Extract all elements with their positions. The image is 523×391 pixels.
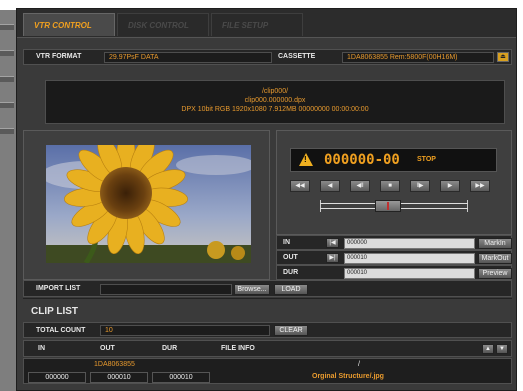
play-icon[interactable]: ▶: [440, 180, 460, 192]
load-button[interactable]: LOAD: [274, 284, 308, 295]
dock-tab[interactable]: [0, 102, 14, 108]
import-list-label: IMPORT LIST: [36, 285, 81, 292]
step-back-icon[interactable]: ◀‖: [350, 180, 370, 192]
tab-file-setup[interactable]: FILE SETUP: [211, 13, 303, 36]
out-field[interactable]: 000010: [344, 253, 475, 264]
rewind-icon[interactable]: ◀: [320, 180, 340, 192]
clip-list-header: IN OUT DUR FILE INFO ▲ ▼: [23, 340, 512, 357]
left-dock-strip: [0, 10, 16, 391]
fast-rewind-icon[interactable]: ◀◀: [290, 180, 310, 192]
dur-label: DUR: [283, 269, 299, 276]
mark-out-button[interactable]: MarkOut: [478, 253, 512, 264]
format-bar: VTR FORMAT 29.97PsF DATA CASSETTE 1DA806…: [23, 49, 512, 65]
vtr-format-label: VTR FORMAT: [36, 53, 82, 60]
clear-button[interactable]: CLEAR: [274, 325, 308, 336]
preview-button[interactable]: Preview: [478, 268, 512, 279]
scroll-up-icon[interactable]: ▲: [482, 344, 494, 354]
import-list-bar: IMPORT LIST Browse... LOAD: [23, 280, 512, 297]
go-to-in-icon[interactable]: |◀: [326, 238, 339, 248]
tab-disk-control[interactable]: DISK CONTROL: [117, 13, 209, 36]
dock-tab[interactable]: [0, 50, 14, 56]
clip-format-text: DPX 10bit RGB 1920x1080 7.912MB 00000000…: [181, 106, 369, 113]
header-in: IN: [38, 345, 45, 352]
warning-icon: !: [299, 153, 313, 166]
transport-status: STOP: [417, 156, 436, 163]
in-row: IN |◀ 000000 MarkIn: [276, 235, 512, 250]
timecode-value: 000000-00: [324, 152, 400, 168]
screenshot-frame: VTR CONTROL DISK CONTROL FILE SETUP VTR …: [0, 0, 523, 391]
cassette-field[interactable]: 1DA8063855 Rem:5800F(00H16M): [342, 52, 494, 63]
header-dur: DUR: [162, 345, 178, 352]
import-list-field[interactable]: [100, 284, 232, 295]
dur-row: DUR 000010 Preview: [276, 265, 512, 280]
row-cassette: 1DA8063855: [94, 361, 135, 368]
out-label: OUT: [283, 254, 298, 261]
dock-tab[interactable]: [0, 128, 14, 134]
out-row: OUT ▶| 000010 MarkOut: [276, 250, 512, 265]
preview-panel: [23, 130, 270, 280]
clip-info-display: /clip000/ clip000.000000.dpx DPX 10bit R…: [45, 80, 505, 124]
video-preview-image: [46, 145, 251, 263]
shuttle-knob[interactable]: [375, 200, 401, 212]
tab-bar: VTR CONTROL DISK CONTROL FILE SETUP: [17, 9, 516, 38]
go-to-out-icon[interactable]: ▶|: [326, 253, 339, 263]
in-label: IN: [283, 239, 290, 246]
shuttle-slider[interactable]: [320, 200, 468, 212]
browse-button[interactable]: Browse...: [234, 284, 270, 295]
vtr-control-window: VTR CONTROL DISK CONTROL FILE SETUP VTR …: [16, 8, 517, 391]
header-file-info: FILE INFO: [221, 345, 255, 352]
header-out: OUT: [100, 345, 115, 352]
vtr-format-field[interactable]: 29.97PsF DATA: [104, 52, 272, 63]
stop-icon[interactable]: ■: [380, 180, 400, 192]
eject-icon[interactable]: ⏏: [497, 52, 509, 62]
row-dur: 000010: [152, 372, 210, 383]
row-out: 000010: [90, 372, 148, 383]
total-count-bar: TOTAL COUNT 10 CLEAR: [23, 322, 512, 338]
row-path: /: [358, 361, 360, 368]
clip-folder-text: /clip000/: [261, 88, 289, 95]
row-in: 000000: [28, 372, 86, 383]
step-forward-icon[interactable]: ‖▶: [410, 180, 430, 192]
total-count-label: TOTAL COUNT: [36, 327, 86, 334]
cassette-label: CASSETTE: [278, 53, 316, 60]
divider: [23, 298, 512, 299]
tab-vtr-control[interactable]: VTR CONTROL: [23, 13, 115, 36]
total-count-field: 10: [100, 325, 270, 336]
clip-list-title: CLIP LIST: [31, 306, 79, 317]
mark-in-button[interactable]: MarkIn: [478, 238, 512, 249]
fast-forward-icon[interactable]: ▶▶: [470, 180, 490, 192]
row-file: Orginal Structure/.jpg: [312, 373, 384, 380]
dock-tab[interactable]: [0, 76, 14, 82]
in-field[interactable]: 000000: [344, 238, 475, 249]
dock-tab[interactable]: [0, 24, 14, 30]
table-row[interactable]: 1DA8063855 000000 000010 000010 / Orgina…: [23, 358, 512, 384]
clip-file-text: clip000.000000.dpx: [244, 97, 306, 104]
timecode-display: ! 000000-00 STOP: [290, 148, 497, 172]
dur-field[interactable]: 000010: [344, 268, 475, 279]
scroll-down-icon[interactable]: ▼: [496, 344, 508, 354]
